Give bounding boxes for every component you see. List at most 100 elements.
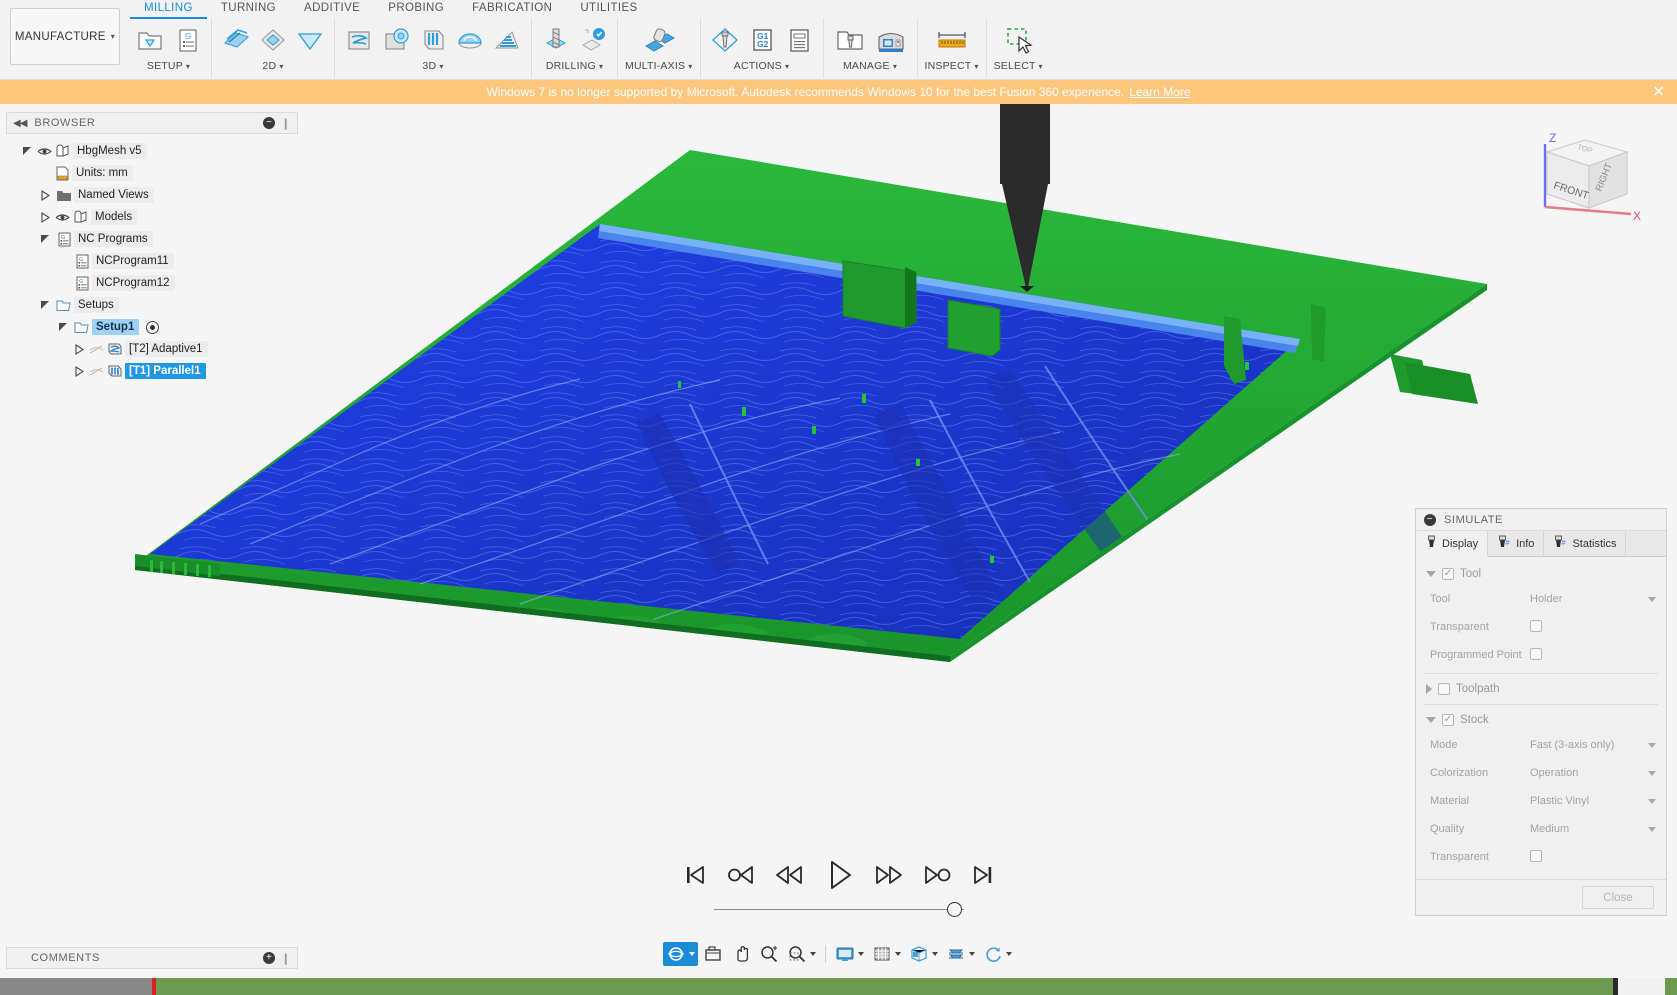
visibility-off-eye-icon[interactable] bbox=[88, 366, 105, 377]
pan-button[interactable] bbox=[728, 942, 754, 966]
tree-item-label[interactable]: NC Programs bbox=[74, 231, 153, 247]
visibility-eye-icon[interactable] bbox=[36, 146, 53, 157]
twisty-closed-icon[interactable] bbox=[36, 189, 54, 201]
chevron-down-icon[interactable] bbox=[1648, 770, 1656, 776]
adaptive-clearing-icon[interactable] bbox=[342, 22, 376, 58]
simulate-icon[interactable] bbox=[708, 22, 742, 58]
new-setup-icon[interactable] bbox=[133, 22, 167, 58]
ribbon-group-multi-axis-label[interactable]: MULTI-AXIS ▾ bbox=[625, 60, 693, 72]
post-process-icon[interactable]: G1 G2 bbox=[745, 22, 779, 58]
drill-icon[interactable] bbox=[539, 22, 573, 58]
display-settings-button[interactable] bbox=[832, 942, 867, 966]
face-icon[interactable] bbox=[219, 22, 253, 58]
bore-icon[interactable] bbox=[576, 22, 610, 58]
tree-item-label[interactable]: NCProgram12 bbox=[92, 275, 175, 291]
slider-handle[interactable] bbox=[946, 902, 962, 917]
multi-axis-contour-icon[interactable] bbox=[640, 22, 678, 58]
minimize-icon[interactable]: − bbox=[1424, 513, 1436, 526]
step-back-operation-button[interactable] bbox=[726, 862, 756, 888]
adaptive-2d-icon[interactable] bbox=[256, 22, 290, 58]
tree-item-setup1[interactable]: Setup1 bbox=[6, 316, 298, 338]
select-window-icon[interactable] bbox=[999, 22, 1037, 58]
tree-item-label[interactable]: HbgMesh v5 bbox=[73, 143, 147, 159]
section-tool-header[interactable]: Tool bbox=[1416, 563, 1666, 585]
twisty-open-icon[interactable] bbox=[36, 300, 54, 311]
chevron-down-icon[interactable] bbox=[688, 952, 695, 956]
tab-probing[interactable]: PROBING bbox=[374, 0, 458, 17]
collapse-icon[interactable]: ◀◀ bbox=[13, 118, 27, 129]
chevron-down-icon[interactable] bbox=[1426, 717, 1436, 723]
row-tool-mode[interactable]: Tool Holder bbox=[1416, 585, 1666, 613]
tree-item-label[interactable]: [T2] Adaptive1 bbox=[125, 341, 208, 357]
timeline-progress-segment[interactable] bbox=[156, 978, 1613, 995]
play-button[interactable] bbox=[822, 858, 856, 892]
measure-icon[interactable] bbox=[933, 22, 971, 58]
fast-forward-button[interactable] bbox=[874, 862, 904, 888]
chevron-down-icon[interactable] bbox=[1005, 952, 1012, 956]
chevron-down-icon[interactable] bbox=[894, 952, 901, 956]
row-stock-material[interactable]: Material Plastic Vinyl bbox=[1416, 787, 1666, 815]
row-stock-quality[interactable]: Quality Medium bbox=[1416, 815, 1666, 843]
tab-fabrication[interactable]: FABRICATION bbox=[458, 0, 566, 17]
rewind-button[interactable] bbox=[774, 862, 804, 888]
chevron-down-icon[interactable] bbox=[931, 952, 938, 956]
chevron-down-icon[interactable] bbox=[857, 952, 864, 956]
tree-item-hbgmesh[interactable]: HbgMesh v5 bbox=[6, 140, 298, 162]
panel-grip-icon[interactable]: ❙ bbox=[281, 952, 291, 965]
chevron-down-icon[interactable] bbox=[1648, 798, 1656, 804]
chevron-down-icon[interactable] bbox=[1426, 571, 1436, 577]
row-stock-colorization[interactable]: Colorization Operation bbox=[1416, 759, 1666, 787]
tool-transparent-checkbox[interactable] bbox=[1530, 619, 1542, 632]
ribbon-group-manage-label[interactable]: MANAGE ▾ bbox=[843, 60, 897, 72]
twisty-open-icon[interactable] bbox=[36, 234, 54, 245]
tree-item-label[interactable]: Setups bbox=[74, 297, 119, 313]
operation-timeline[interactable] bbox=[0, 978, 1677, 995]
tree-item-ncprogram11[interactable]: G NCProgram11 bbox=[6, 250, 298, 272]
twisty-closed-icon[interactable] bbox=[36, 211, 54, 223]
zoom-window-button[interactable] bbox=[784, 942, 819, 966]
tree-item-parallel1[interactable]: [T1] Parallel1 bbox=[6, 360, 298, 382]
visibility-eye-icon[interactable] bbox=[54, 212, 71, 223]
row-programmed-point[interactable]: Programmed Point bbox=[1416, 641, 1666, 669]
chevron-right-icon[interactable] bbox=[1426, 684, 1432, 694]
tree-item-label[interactable]: Models bbox=[91, 209, 138, 225]
tab-additive[interactable]: ADDITIVE bbox=[290, 0, 374, 17]
panel-grip-icon[interactable]: ❙ bbox=[281, 117, 291, 130]
machine-library-icon[interactable] bbox=[872, 22, 910, 58]
active-setup-radio[interactable] bbox=[146, 320, 160, 334]
stock-transparent-checkbox[interactable] bbox=[1530, 849, 1542, 862]
ribbon-group-drilling-label[interactable]: DRILLING ▾ bbox=[546, 60, 603, 72]
ribbon-group-3d-label[interactable]: 3D ▾ bbox=[422, 60, 443, 72]
skip-to-start-button[interactable] bbox=[682, 862, 708, 888]
step-forward-operation-button[interactable] bbox=[922, 862, 952, 888]
tab-turning[interactable]: TURNING bbox=[207, 0, 290, 17]
tree-item-models[interactable]: Models bbox=[6, 206, 298, 228]
visibility-off-eye-icon[interactable] bbox=[88, 344, 105, 355]
chevron-down-icon[interactable] bbox=[1648, 742, 1656, 748]
tree-item-label[interactable]: Setup1 bbox=[92, 319, 140, 335]
toolpath-visibility-checkbox[interactable] bbox=[1438, 683, 1450, 695]
chevron-down-icon[interactable] bbox=[1648, 826, 1656, 832]
tree-item-setups[interactable]: Setups bbox=[6, 294, 298, 316]
stock-visibility-checkbox[interactable] bbox=[1442, 714, 1454, 726]
tree-item-ncprogram12[interactable]: G NCProgram12 bbox=[6, 272, 298, 294]
twisty-closed-icon[interactable] bbox=[70, 343, 88, 355]
scallop-icon[interactable] bbox=[453, 22, 487, 58]
spiral-icon[interactable] bbox=[490, 22, 524, 58]
chevron-down-icon[interactable] bbox=[968, 952, 975, 956]
zoom-button[interactable] bbox=[756, 942, 782, 966]
section-toolpath-header[interactable]: Toolpath bbox=[1416, 678, 1666, 700]
timeline-elapsed-segment[interactable] bbox=[0, 978, 152, 995]
tab-milling[interactable]: MILLING bbox=[130, 0, 207, 19]
section-stock-header[interactable]: Stock bbox=[1416, 709, 1666, 731]
skip-to-end-button[interactable] bbox=[970, 862, 996, 888]
viewport-3d[interactable]: ◀◀ BROWSER − ❙ HbgMesh v5 Units: mm Name… bbox=[0, 104, 1677, 978]
twisty-closed-icon[interactable] bbox=[70, 365, 88, 377]
ribbon-group-select-label[interactable]: SELECT ▾ bbox=[994, 60, 1043, 72]
orbit-button[interactable] bbox=[662, 942, 698, 966]
row-stock-transparent[interactable]: Transparent bbox=[1416, 843, 1666, 871]
pocket-clearing-icon[interactable] bbox=[379, 22, 413, 58]
row-tool-transparent[interactable]: Transparent bbox=[1416, 613, 1666, 641]
close-icon[interactable]: ✕ bbox=[1652, 85, 1665, 100]
tree-item-nc-programs[interactable]: G NC Programs bbox=[6, 228, 298, 250]
